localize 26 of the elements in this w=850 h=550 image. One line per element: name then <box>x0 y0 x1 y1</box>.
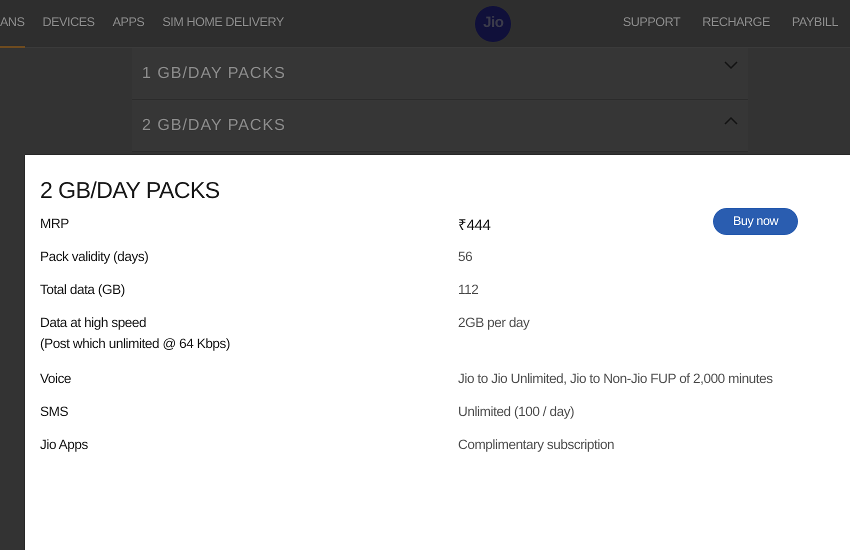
row-label: MRP <box>40 214 70 233</box>
row-value: 56 <box>458 248 474 266</box>
nav-link[interactable]: ANS <box>0 0 25 48</box>
row-note: (Post which unlimited @ 64 Kbps) <box>40 335 231 354</box>
row-label: Total data (GB) <box>40 280 126 299</box>
buy-now-button[interactable]: Buy now <box>713 208 798 236</box>
row-value: 2GB per day <box>458 314 530 332</box>
accordion-title: 1 GB/DAY PACKS <box>142 64 286 84</box>
row-value: Unlimited (100 / day) <box>458 402 576 421</box>
nav-link[interactable]: APPS <box>112 0 144 48</box>
nav-link[interactable]: RECHARGE <box>702 0 770 48</box>
nav-link[interactable]: SIM HOME DELIVERY <box>162 0 284 48</box>
accordion-title: 2 GB/DAY PACKS <box>142 116 286 136</box>
nav-link[interactable]: PAYBILL <box>792 0 838 48</box>
row-value: Complimentary subscription <box>458 436 616 454</box>
row-label: Pack validity (days) <box>40 248 150 266</box>
modal-title: 2 GB/DAY PACKS <box>40 177 221 205</box>
nav-link[interactable]: DEVICES <box>42 0 95 48</box>
row-label: Data at high speed <box>40 314 148 332</box>
price-value: ₹444 <box>458 216 492 236</box>
row-label: Jio Apps <box>40 436 89 454</box>
row-label: SMS <box>40 402 70 421</box>
row-value: 112 <box>458 280 480 299</box>
nav-link[interactable]: SUPPORT <box>622 0 680 48</box>
row-value: Jio to Jio Unlimited, Jio to Non-Jio FUP of 2,000 minutes <box>458 370 774 388</box>
row-label: Voice <box>40 370 72 388</box>
